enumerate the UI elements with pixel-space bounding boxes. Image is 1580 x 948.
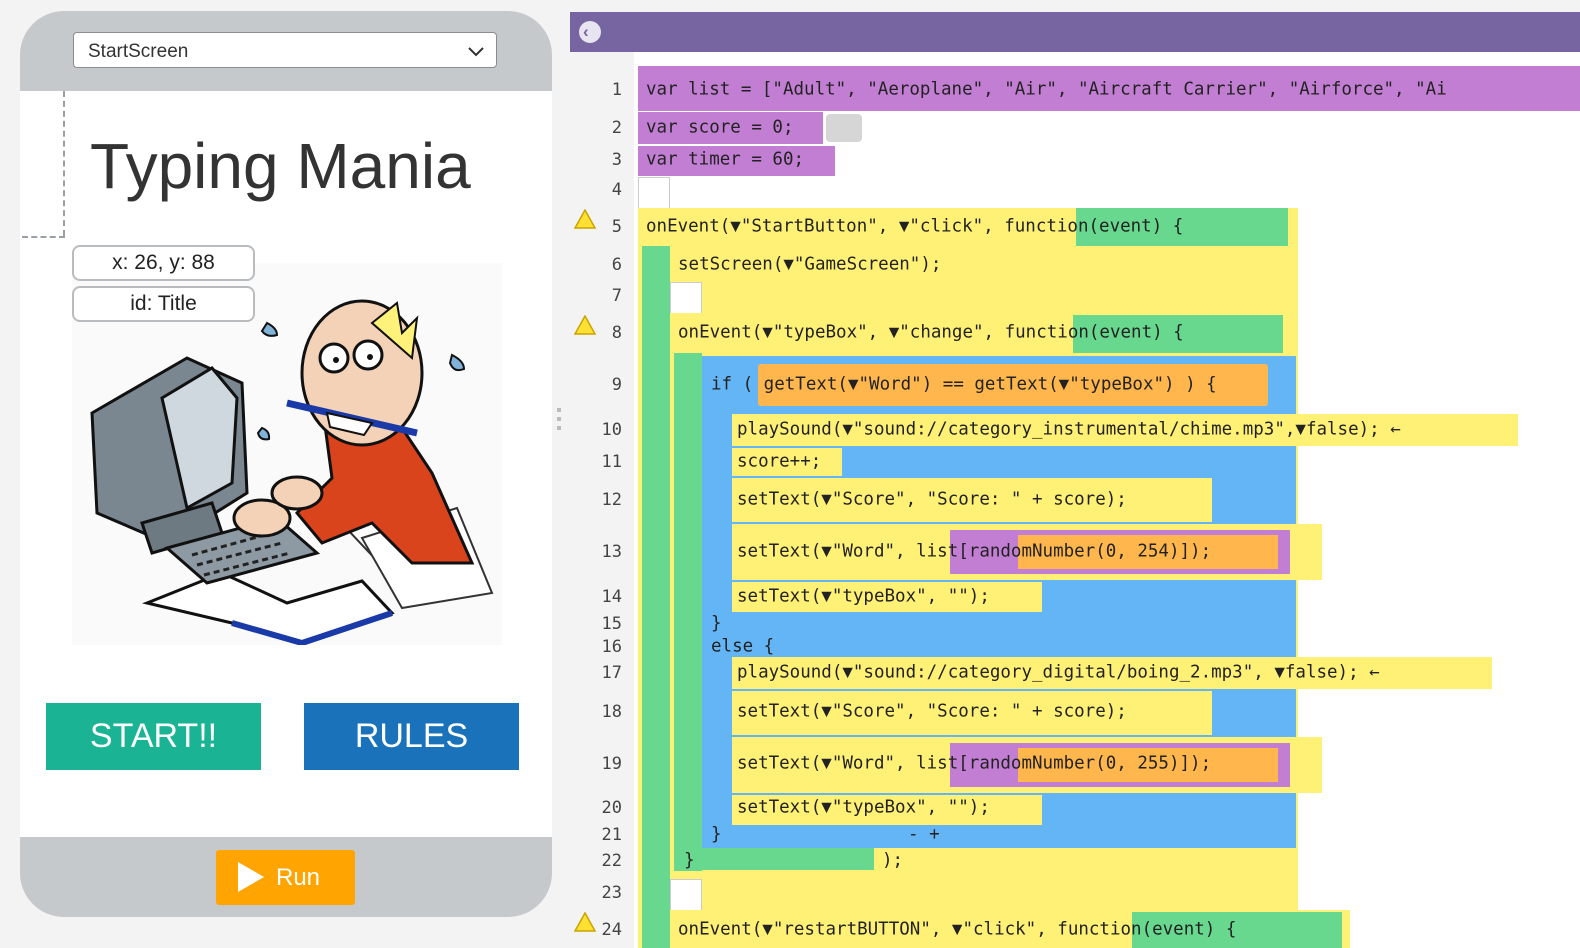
chevron-left-icon[interactable]: ‹ xyxy=(579,21,601,43)
code-line-14: setText(▼"typeBox", ""); xyxy=(737,586,990,607)
code-line-15: } xyxy=(711,613,722,634)
code-line-19: setText(▼"Word", list[randomNumber(0, 25… xyxy=(737,753,1212,774)
code-line-8: onEvent(▼"typeBox", ▼"change", function(… xyxy=(678,322,1184,343)
empty-line-block-23[interactable] xyxy=(670,879,702,911)
code-line-22-close: ); xyxy=(882,850,904,871)
code-line-18: setText(▼"Score", "Score: " + score); xyxy=(737,701,1127,722)
line-number: 14 xyxy=(601,587,622,607)
line-number: 11 xyxy=(601,452,622,472)
line-number: 23 xyxy=(601,883,622,903)
start-button[interactable]: START!! xyxy=(46,703,261,770)
code-line-17: playSound(▼"sound://category_digital/boi… xyxy=(737,662,1380,683)
line-number: 21 xyxy=(601,825,622,845)
line-number: 5 xyxy=(611,217,622,237)
screen-selector-value: StartScreen xyxy=(88,41,189,62)
run-button-label: Run xyxy=(276,864,321,891)
startbutton-body-rail[interactable] xyxy=(642,246,670,948)
line-number: 17 xyxy=(601,663,622,683)
code-line-21: } xyxy=(711,824,722,845)
code-line-1: var list = ["Adult", "Aeroplane", "Air",… xyxy=(646,79,1447,100)
selection-guide-vertical xyxy=(63,91,65,236)
line-number: 16 xyxy=(601,637,622,657)
app-screen: Typing Mania x: 26, y: 88 id: Title STAR… xyxy=(20,91,552,837)
line-number: 6 xyxy=(611,255,622,275)
code-line-2: var score = 0; xyxy=(646,117,794,138)
code-line-20: setText(▼"typeBox", ""); xyxy=(737,797,990,818)
code-line-16: else { xyxy=(711,636,775,657)
empty-line-block-7[interactable] xyxy=(670,282,702,314)
code-line-3: var timer = 60; xyxy=(646,149,805,170)
warning-icon[interactable] xyxy=(574,315,596,335)
line-number: 8 xyxy=(611,323,622,343)
typebox-body-rail[interactable] xyxy=(674,353,702,871)
line-number: 9 xyxy=(611,375,622,395)
line-number: 10 xyxy=(601,420,622,440)
run-button[interactable]: Run xyxy=(216,850,355,905)
line-number: 4 xyxy=(611,180,622,200)
panel-resize-handle[interactable] xyxy=(556,408,563,434)
line-number: 1 xyxy=(611,80,622,100)
code-line-22-brace: } xyxy=(684,850,695,871)
line-number: 22 xyxy=(601,851,622,871)
line-number: 12 xyxy=(601,490,622,510)
typebox-footer[interactable] xyxy=(674,848,874,870)
line-number-gutter: 1 2 3 4 5 6 7 8 9 10 11 12 13 14 15 16 17 18 19 20 21 22 23 24 xyxy=(570,52,634,948)
position-tooltip: x: 26, y: 88 xyxy=(72,245,255,281)
rules-button[interactable]: RULES xyxy=(304,703,519,770)
screen-selector-dropdown[interactable]: StartScreen xyxy=(73,32,497,68)
code-line-12: setText(▼"Score", "Score: " + score); xyxy=(737,489,1127,510)
code-line-24: onEvent(▼"restartBUTTON", ▼"click", func… xyxy=(678,919,1237,940)
warning-icon[interactable] xyxy=(574,912,596,932)
play-icon xyxy=(238,862,264,892)
code-line-21-buttons: - + xyxy=(908,824,940,845)
code-line-5: onEvent(▼"StartButton", ▼"click", functi… xyxy=(646,216,1184,237)
code-line-13: setText(▼"Word", list[randomNumber(0, 25… xyxy=(737,541,1212,562)
line-number: 13 xyxy=(601,542,622,562)
editor-header-bar: ‹ xyxy=(570,12,1580,52)
line-number: 3 xyxy=(611,150,622,170)
code-editor: ‹ 1 2 3 4 5 6 7 8 9 10 11 12 13 14 15 16 17 18 19 20 21 22 23 2… xyxy=(570,12,1580,948)
line-number: 15 xyxy=(601,614,622,634)
chevron-down-icon xyxy=(468,47,484,57)
line-number: 20 xyxy=(601,798,622,818)
empty-line-block[interactable] xyxy=(638,177,670,209)
selection-guide-horizontal xyxy=(22,236,65,238)
code-line-11: score++; xyxy=(737,451,822,472)
line-number: 7 xyxy=(611,286,622,306)
code-line-10: playSound(▼"sound://category_instrumenta… xyxy=(737,419,1401,440)
line-number: 2 xyxy=(611,118,622,138)
code-line-6: setScreen(▼"GameScreen"); xyxy=(678,254,942,275)
code-line-9: if ( getText(▼"Word") == getText(▼"typeB… xyxy=(711,374,1217,395)
line-number: 19 xyxy=(601,754,622,774)
app-preview-panel: StartScreen Typing Mania x: 26, y: 88 id… xyxy=(20,11,552,917)
element-id-tooltip: id: Title xyxy=(72,286,255,322)
empty-slot[interactable] xyxy=(826,114,862,142)
app-title[interactable]: Typing Mania xyxy=(90,129,471,203)
line-number: 18 xyxy=(601,702,622,722)
warning-icon[interactable] xyxy=(574,209,596,229)
line-number: 24 xyxy=(601,920,622,940)
